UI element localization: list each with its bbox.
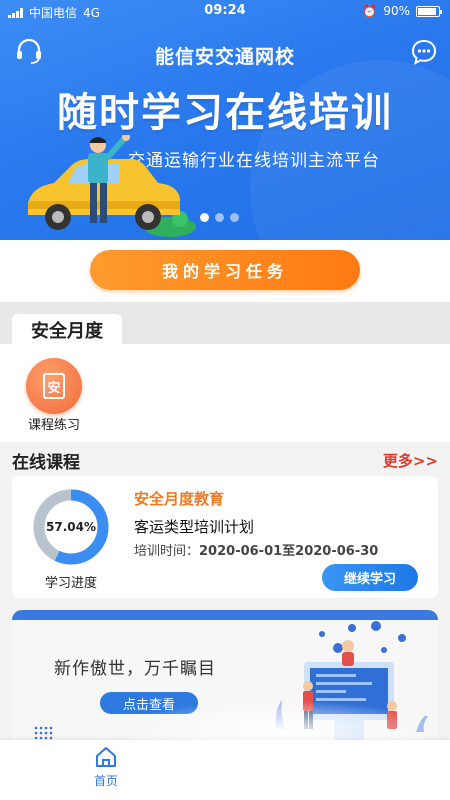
banner-slogan: 随时学习在线培训 xyxy=(57,90,393,136)
carousel-dot[interactable] xyxy=(230,213,239,222)
tab-home[interactable]: 首页 xyxy=(86,746,126,789)
course-card[interactable]: 57.04% 学习进度 安全月度教育 客运类型培训计划 培训时间：2020-06… xyxy=(12,476,438,598)
course-practice-label[interactable]: 课程练习 xyxy=(14,414,94,433)
document-icon: 安 xyxy=(43,373,65,399)
home-icon xyxy=(96,747,116,767)
progress-percent: 57.04% xyxy=(46,520,96,534)
battery-icon xyxy=(416,5,442,17)
car-driver-illustration xyxy=(28,135,196,237)
course-practice-icon[interactable]: 安 xyxy=(26,358,82,414)
course-schedule: 培训时间：2020-06-01至2020-06-30 xyxy=(134,540,378,559)
carousel-dot[interactable] xyxy=(200,213,209,222)
status-bar: 中国电信 4G 09:24 ⏰ 90% xyxy=(0,0,450,22)
course-title: 客运类型培训计划 xyxy=(134,518,255,536)
promo-view-button[interactable]: 点击查看 xyxy=(100,692,198,714)
carousel-indicator[interactable] xyxy=(200,213,239,222)
schedule-label: 培训时间： xyxy=(134,544,200,559)
dots-grid-icon xyxy=(34,726,53,740)
progress-label: 学习进度 xyxy=(44,576,97,591)
promo-headline: 新作傲世，万千瞩目 xyxy=(54,659,216,679)
schedule-dates: 2020-06-01至2020-06-30 xyxy=(199,544,379,559)
developer-illustration xyxy=(275,621,428,740)
course-category: 安全月度教育 xyxy=(134,490,225,508)
safety-tabbar: 安全月度 xyxy=(0,302,450,346)
my-learning-tasks-button[interactable]: 我的学习任务 xyxy=(90,250,360,290)
alarm-icon: ⏰ xyxy=(362,4,378,18)
task-area: 我的学习任务 xyxy=(0,240,450,302)
tab-home-label: 首页 xyxy=(93,774,118,788)
section-title: 在线课程 xyxy=(12,453,80,473)
battery-percent: 90% xyxy=(383,4,410,18)
safety-month-section: 安全月度 安 课程练习 xyxy=(0,302,450,442)
tab-safety-month[interactable]: 安全月度 xyxy=(12,314,122,346)
message-icon[interactable] xyxy=(410,38,438,66)
carousel-dot[interactable] xyxy=(215,213,224,222)
continue-learning-button[interactable]: 继续学习 xyxy=(322,564,418,591)
bottom-tab-bar: 首页 xyxy=(0,726,450,800)
more-link[interactable]: 更多>> xyxy=(383,450,438,471)
school-name: 能信安交通网校 xyxy=(154,46,295,68)
hero-banner[interactable]: 中国电信 4G 09:24 ⏰ 90% 能信安交通网校 随时学习在线培训 交通运… xyxy=(0,0,450,240)
